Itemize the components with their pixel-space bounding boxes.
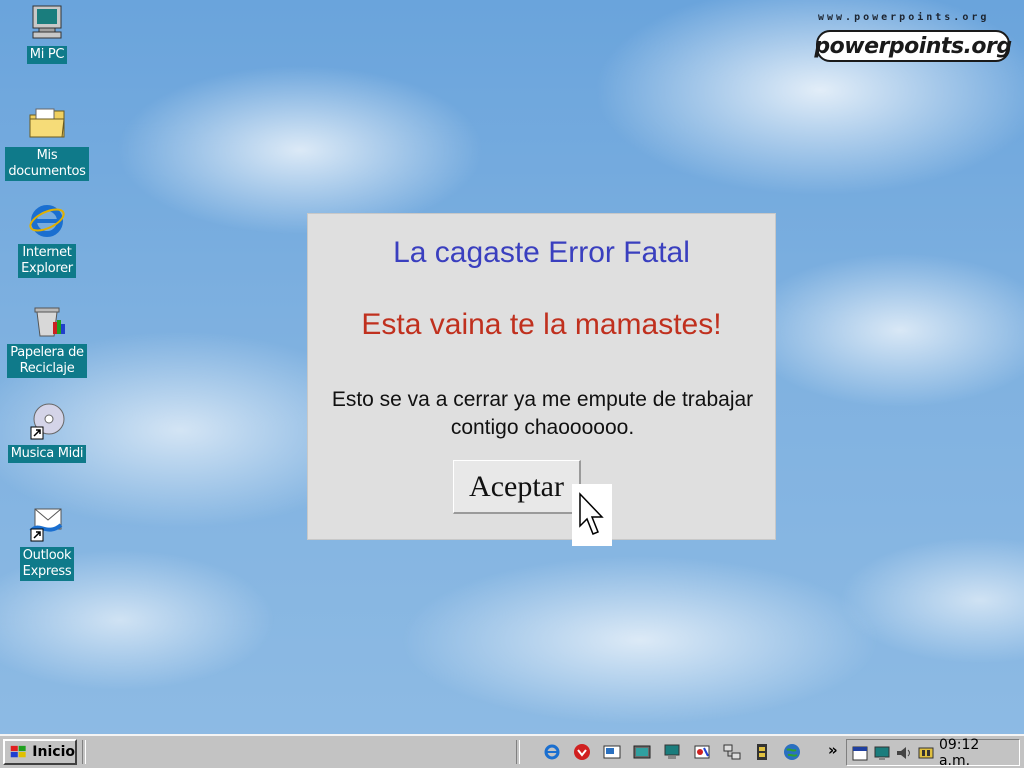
film-icon[interactable] [750, 740, 774, 764]
icon-label: Papelera de Reciclaje [7, 344, 87, 378]
music-cd-icon [27, 401, 67, 441]
dialog-subtitle: Esta vaina te la mamastes! [361, 308, 722, 341]
desktop-icon-internet-explorer[interactable]: Internet Explorer [2, 200, 92, 278]
icon-label: Mis documentos [5, 147, 89, 181]
paint-icon[interactable] [690, 740, 714, 764]
network-icon[interactable] [720, 740, 744, 764]
quick-launch [540, 740, 804, 764]
windows-logo-icon [10, 745, 26, 758]
icon-label: Outlook Express [19, 547, 75, 581]
accept-button[interactable]: Aceptar [453, 460, 581, 514]
desktop-icon-my-documents[interactable]: Mis documentos [2, 103, 92, 181]
globe-icon[interactable] [780, 740, 804, 764]
icon-label: Internet Explorer [18, 244, 76, 278]
arrow-cursor-icon [579, 492, 604, 535]
folder-icon [27, 103, 67, 143]
taskbar-separator [516, 740, 520, 764]
taskbar: Inicio » 09:12 a.m. [0, 734, 1024, 768]
calendar-icon[interactable] [851, 743, 870, 763]
channel-icon[interactable] [630, 740, 654, 764]
outlook-express-icon [27, 503, 67, 543]
icon-label: Musica Midi [7, 445, 87, 463]
brand-url: www.powerpoints.org [818, 12, 990, 23]
recycle-bin-icon [27, 300, 67, 340]
internet-explorer-icon [27, 200, 67, 240]
monitor-tray-icon[interactable] [873, 743, 892, 763]
error-dialog: La cagaste Error Fatal Esta vaina te la … [307, 213, 776, 546]
desktop-icon-recycle-bin[interactable]: Papelera de Reciclaje [2, 300, 92, 378]
mouse-cursor [572, 484, 612, 546]
sound-icon[interactable] [917, 743, 936, 763]
icon-label: Mi PC [26, 46, 68, 64]
monitor-icon[interactable] [660, 740, 684, 764]
brand-logo: powerpoints.org [814, 30, 1012, 62]
desktop-icon-my-computer[interactable]: Mi PC [2, 2, 92, 64]
show-desktop-icon[interactable] [600, 740, 624, 764]
outlook-icon[interactable] [570, 740, 594, 764]
desktop-icon-outlook-express[interactable]: Outlook Express [2, 503, 92, 581]
start-label: Inicio [32, 744, 75, 760]
my-computer-icon [27, 2, 67, 42]
dialog-title: La cagaste Error Fatal [393, 236, 690, 269]
taskbar-separator [82, 740, 86, 764]
ie-icon[interactable] [540, 740, 564, 764]
volume-icon[interactable] [895, 743, 914, 763]
start-button[interactable]: Inicio [3, 739, 77, 765]
system-tray: 09:12 a.m. [846, 737, 1020, 768]
desktop-icon-musica-midi[interactable]: Musica Midi [2, 401, 92, 463]
chevron-more-icon[interactable]: » [828, 741, 838, 759]
clock[interactable]: 09:12 a.m. [939, 737, 1011, 768]
dialog-message: Esto se va a cerrar ya me empute de trab… [331, 388, 754, 439]
